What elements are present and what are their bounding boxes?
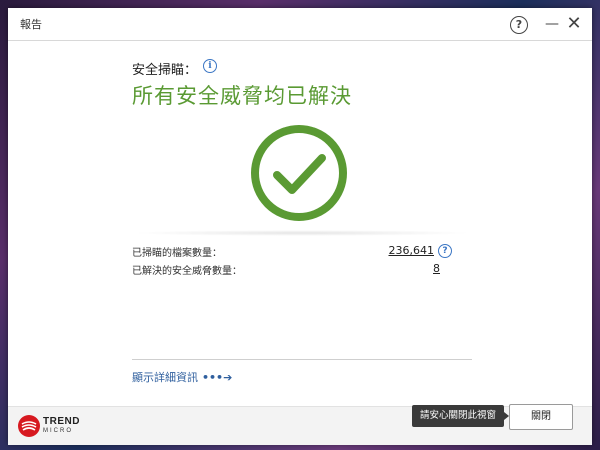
threats-resolved-value[interactable]: 8 bbox=[433, 262, 440, 275]
threats-resolved-label: 已解決的安全威脅數量： bbox=[132, 266, 242, 277]
help-icon[interactable]: ? bbox=[438, 244, 452, 258]
success-checkmark-icon bbox=[249, 123, 349, 223]
stat-row-threats-resolved: 已解決的安全威脅數量： 8 bbox=[132, 262, 452, 278]
divider-shadow bbox=[132, 230, 472, 236]
close-tooltip: 請安心關閉此視窗 bbox=[412, 405, 510, 427]
show-details-link[interactable]: 顯示詳細資訊 •••➔ bbox=[132, 369, 232, 385]
close-icon[interactable]: ✕ bbox=[564, 14, 584, 34]
files-scanned-label: 已掃瞄的檔案數量： bbox=[132, 248, 222, 259]
info-icon[interactable]: i bbox=[203, 59, 217, 73]
stat-row-files-scanned: 已掃瞄的檔案數量： 236,641 ? bbox=[132, 244, 452, 260]
window-title: 報告 bbox=[20, 18, 42, 31]
scan-result-headline: 所有安全威脅均已解決 bbox=[132, 84, 352, 108]
trend-micro-ball-icon bbox=[18, 415, 40, 437]
divider bbox=[132, 359, 472, 360]
trend-micro-logo: TREND MICRO bbox=[18, 414, 88, 438]
show-details-label: 顯示詳細資訊 bbox=[132, 371, 198, 384]
scan-label: 安全掃瞄： bbox=[132, 63, 198, 78]
report-window: 報告 ? — ✕ 安全掃瞄： i 所有安全威脅均已解決 已掃瞄的檔案數量： 23… bbox=[8, 8, 592, 445]
logo-text-trend: TREND bbox=[43, 416, 80, 427]
minimize-icon[interactable]: — bbox=[542, 14, 562, 34]
title-bar: 報告 ? — ✕ bbox=[8, 8, 592, 41]
arrow-right-icon: •••➔ bbox=[202, 371, 233, 384]
files-scanned-value[interactable]: 236,641 bbox=[389, 244, 435, 257]
logo-text-micro: MICRO bbox=[43, 428, 73, 434]
help-icon[interactable]: ? bbox=[510, 16, 528, 34]
close-button[interactable]: 關閉 bbox=[509, 404, 573, 430]
